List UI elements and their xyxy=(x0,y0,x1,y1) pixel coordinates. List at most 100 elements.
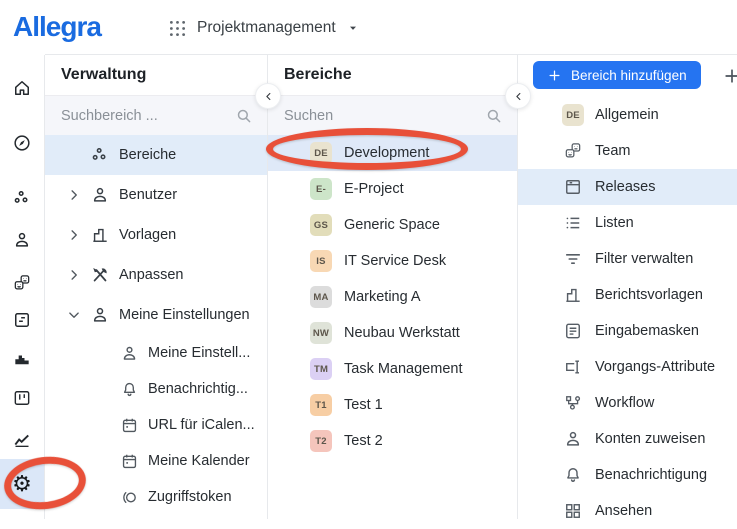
menu-item-label: Konten zuweisen xyxy=(595,431,705,447)
menu-item-releases[interactable]: Releases xyxy=(518,169,737,205)
space-item-generic-space[interactable]: GS Generic Space xyxy=(268,207,517,243)
space-item-neubau-werkstatt[interactable]: NW Neubau Werkstatt xyxy=(268,315,517,351)
tree-item-label: Anpassen xyxy=(119,267,184,283)
nav-reports[interactable] xyxy=(0,341,44,375)
workflow-nodes-icon xyxy=(562,393,584,413)
form-document-icon xyxy=(562,321,584,341)
tree-subitem-zugriffstoken[interactable]: Zugriffstoken xyxy=(45,479,267,515)
bereiche-search-input[interactable]: Suchen xyxy=(268,95,517,135)
kanban-board-icon xyxy=(12,388,32,408)
space-item-it-service-desk[interactable]: IS IT Service Desk xyxy=(268,243,517,279)
space-item-label: Task Management xyxy=(344,361,462,377)
calendar-icon xyxy=(120,416,139,435)
note-lines-icon xyxy=(12,310,32,330)
tree-subitem-meine-kalender[interactable]: Meine Kalender xyxy=(45,443,267,479)
app-switcher-label: Projektmanagement xyxy=(197,19,336,37)
verwaltung-title: Verwaltung xyxy=(45,55,267,95)
add-icon[interactable] xyxy=(722,66,737,86)
menu-item-vorgangs-attribute[interactable]: Vorgangs-Attribute xyxy=(518,349,737,385)
tree-subitem-ical-url[interactable]: URL für iCalen... xyxy=(45,407,267,443)
settings-gear-icon: ⚙ xyxy=(12,473,32,495)
space-item-test-1[interactable]: T1 Test 1 xyxy=(268,387,517,423)
spaces-dots-icon xyxy=(90,145,110,165)
menu-item-berichtsvorlagen[interactable]: Berichtsvorlagen xyxy=(518,277,737,313)
space-item-marketing-a[interactable]: MA Marketing A xyxy=(268,279,517,315)
tree-item-benutzer[interactable]: Benutzer xyxy=(45,175,267,215)
person-icon xyxy=(562,429,584,449)
menu-item-label: Eingabemasken xyxy=(595,323,699,339)
space-item-task-management[interactable]: TM Task Management xyxy=(268,351,517,387)
nav-board[interactable] xyxy=(0,381,44,415)
home-icon xyxy=(12,78,32,98)
icon-rail: ⚙ xyxy=(0,55,45,519)
nav-analytics[interactable] xyxy=(0,423,44,457)
menu-item-filter-verwalten[interactable]: Filter verwalten xyxy=(518,241,737,277)
column-chart-icon xyxy=(562,285,584,305)
menu-item-konten-zuweisen[interactable]: Konten zuweisen xyxy=(518,421,737,457)
chevron-left-icon xyxy=(262,90,275,103)
tree-item-anpassen[interactable]: Anpassen xyxy=(45,255,267,295)
menu-item-listen[interactable]: Listen xyxy=(518,205,737,241)
menu-item-label: Team xyxy=(595,143,630,159)
app-switcher[interactable]: Projektmanagement xyxy=(167,14,361,42)
chevron-down-icon[interactable] xyxy=(65,306,83,324)
tree-subitem-benachrichtigung[interactable]: Benachrichtig... xyxy=(45,371,267,407)
chevron-right-icon[interactable] xyxy=(65,226,83,244)
topbar: Allegra Projektmanagement xyxy=(0,0,737,55)
space-badge: NW xyxy=(310,322,332,344)
tree-item-label: Meine Einstellungen xyxy=(119,307,250,323)
bar-chart-icon xyxy=(12,348,32,368)
collapse-bereiche-button[interactable] xyxy=(505,83,531,109)
space-item-test-2[interactable]: T2 Test 2 xyxy=(268,423,517,459)
spaces-dots-icon xyxy=(12,188,32,208)
nav-settings[interactable]: ⚙ xyxy=(0,459,44,509)
tree-item-vorlagen[interactable]: Vorlagen xyxy=(45,215,267,255)
menu-item-ansehen[interactable]: Ansehen xyxy=(518,493,737,529)
theater-masks-icon xyxy=(562,141,584,161)
chevron-right-icon[interactable] xyxy=(65,266,83,284)
bereiche-title: Bereiche xyxy=(268,55,517,95)
allegra-logo[interactable]: Allegra xyxy=(13,11,101,43)
bereiche-panel: Bereiche Suchen DE Development E- E-Proj… xyxy=(268,55,518,519)
menu-item-label: Ansehen xyxy=(595,503,652,519)
add-bereich-button[interactable]: Bereich hinzufügen xyxy=(533,61,701,89)
tree-item-label: Benutzer xyxy=(119,187,177,203)
menu-item-team[interactable]: Team xyxy=(518,133,737,169)
column-chart-icon xyxy=(90,225,110,245)
chevron-right-icon[interactable] xyxy=(65,186,83,204)
nav-explore[interactable] xyxy=(0,126,44,160)
apps-grid-icon xyxy=(167,18,188,39)
space-item-e-project[interactable]: E- E-Project xyxy=(268,171,517,207)
menu-item-benachrichtigung[interactable]: Benachrichtigung xyxy=(518,457,737,493)
menu-item-eingabemasken[interactable]: Eingabemasken xyxy=(518,313,737,349)
menu-item-workflow[interactable]: Workflow xyxy=(518,385,737,421)
compass-icon xyxy=(12,133,32,153)
menu-item-allgemein[interactable]: DE Allgemein xyxy=(518,97,737,133)
nav-users[interactable] xyxy=(0,223,44,257)
tree-item-label: Vorlagen xyxy=(119,227,176,243)
nav-forms[interactable] xyxy=(0,303,44,337)
nav-roles[interactable] xyxy=(0,266,44,300)
tree-item-bereiche[interactable]: Bereiche xyxy=(45,135,267,175)
collapse-verwaltung-button[interactable] xyxy=(255,83,281,109)
chevron-left-icon xyxy=(512,90,525,103)
verwaltung-search-input[interactable]: Suchbereich ... xyxy=(45,95,267,135)
space-item-development[interactable]: DE Development xyxy=(268,135,517,171)
menu-item-label: Filter verwalten xyxy=(595,251,693,267)
nav-home[interactable] xyxy=(0,71,44,105)
tools-icon xyxy=(90,265,110,285)
filter-icon xyxy=(562,249,584,269)
release-box-icon xyxy=(562,177,584,197)
space-badge: GS xyxy=(310,214,332,236)
caret-down-icon xyxy=(345,20,361,36)
verwaltung-search-placeholder: Suchbereich ... xyxy=(61,108,158,124)
tree-subitem-meine-einstellungen[interactable]: Meine Einstell... xyxy=(45,335,267,371)
space-badge: DE xyxy=(562,104,584,126)
nav-spaces[interactable] xyxy=(0,181,44,215)
space-item-label: IT Service Desk xyxy=(344,253,446,269)
space-badge: E- xyxy=(310,178,332,200)
space-item-label: Neubau Werkstatt xyxy=(344,325,460,341)
person-icon xyxy=(90,305,110,325)
tree-item-meine-einstellungen[interactable]: Meine Einstellungen xyxy=(45,295,267,335)
tree-item-label: Meine Einstell... xyxy=(148,345,250,361)
